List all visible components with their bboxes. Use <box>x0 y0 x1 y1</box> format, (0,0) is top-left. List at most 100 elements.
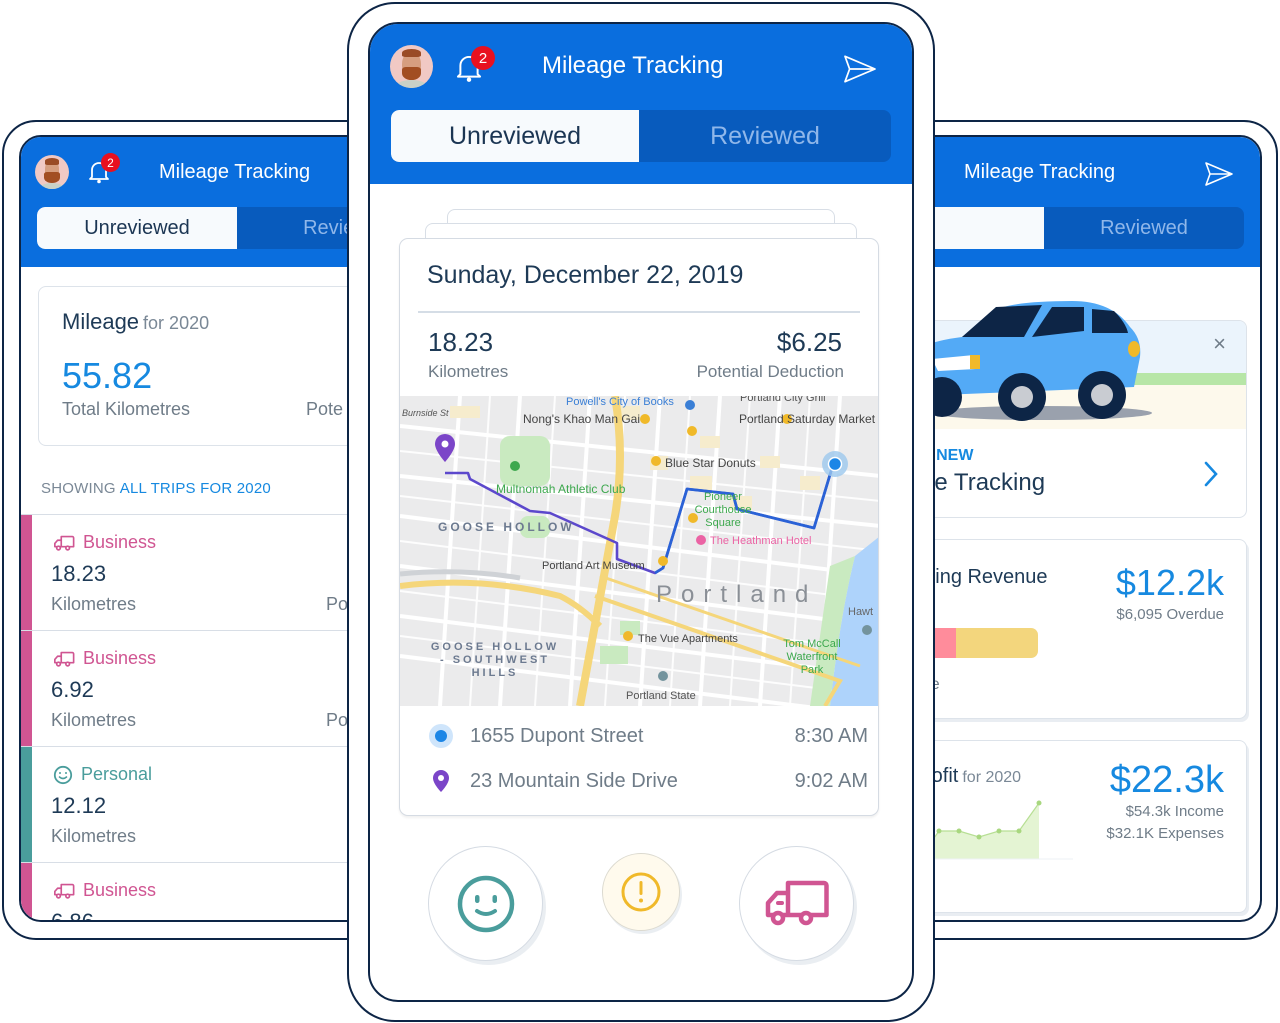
map-label: Blue Star Donuts <box>665 456 756 470</box>
total-kilometres-label: Total Kilometres <box>62 399 191 419</box>
truck-icon <box>765 880 829 925</box>
map-label: Portland Saturday Market <box>739 412 876 426</box>
app-header: Mileage Tracking Unreviewed Reviewed <box>882 137 1260 267</box>
category-color-bar <box>21 747 32 862</box>
filter-prefix: SHOWING <box>41 480 116 497</box>
chevron-right-icon[interactable] <box>1204 461 1218 487</box>
sparkline-point <box>996 828 1002 834</box>
notification-badge: 2 <box>101 153 120 172</box>
map-label: Burnside St <box>402 408 449 418</box>
trip-filter: SHOWING ALL TRIPS FOR 2020 <box>41 480 271 497</box>
sparkline-point <box>956 828 962 834</box>
trip-unit: Kilometres <box>51 594 137 614</box>
profit-amount: $22.3k <box>1109 759 1224 801</box>
notification-badge: 2 <box>471 46 495 70</box>
mark-personal-button[interactable] <box>428 846 543 961</box>
route-map[interactable]: Powell's City of Books Portland City Gri… <box>400 396 878 706</box>
trip-start-stop: 1655 Dupont Street 8:30 AM <box>428 723 868 749</box>
center-phone-screen: 2 Mileage Tracking Unreviewed Reviewed S… <box>368 22 914 1002</box>
trip-category: Personal <box>53 764 152 785</box>
sparkline-point <box>936 828 942 834</box>
trip-distance: 6.86 <box>51 909 94 922</box>
promo-headline: ge Tracking <box>921 469 1046 496</box>
profit-income: $54.3k Income <box>1125 803 1224 820</box>
category-color-bar <box>21 863 32 920</box>
send-icon[interactable] <box>1204 161 1234 187</box>
map-label: Nong's Khao Man Gai <box>523 412 641 426</box>
smiley-icon <box>53 765 73 784</box>
tab-unreviewed[interactable]: Unreviewed <box>37 207 237 249</box>
mileage-year: for 2020 <box>143 313 210 333</box>
end-address: 23 Mountain Side Drive <box>470 769 678 792</box>
total-kilometres-value: 55.82 <box>62 355 153 396</box>
profit-card[interactable]: rofit for 2020 $22.3k $54.3k Income $32.1… <box>882 740 1247 913</box>
trip-category-label: Business <box>83 532 157 552</box>
trip-list: Business 18.23 Kilometres Po Business 6.… <box>21 514 397 922</box>
map-pin-icon <box>433 770 449 792</box>
trip-distance: 6.92 <box>51 677 94 702</box>
trip-category-label: Business <box>83 880 157 900</box>
sparkline-point <box>1016 828 1022 834</box>
end-time: 9:02 AM <box>794 769 868 792</box>
trip-date: Sunday, December 22, 2019 <box>427 261 744 289</box>
map-label: Portland State <box>626 690 696 702</box>
category-color-bar <box>21 631 32 746</box>
trip-distance: 12.12 <box>51 793 107 818</box>
trip-deduction-label: Potential Deduction <box>696 362 844 381</box>
header-title: Mileage Tracking <box>159 161 311 183</box>
truck-icon <box>54 883 75 899</box>
review-tabs: Unreviewed Reviewed <box>391 110 891 162</box>
right-phone-screen: Mileage Tracking Unreviewed Reviewed × E… <box>880 135 1262 922</box>
exclamation-circle-icon <box>621 872 661 912</box>
left-phone-screen: 2 Mileage Tracking Unreviewed Reviewed M… <box>19 135 399 922</box>
trip-unit: Kilometres <box>51 826 137 846</box>
sparkline-point <box>1036 800 1042 806</box>
list-item[interactable]: Business 6.92 Kilometres Po <box>21 630 397 746</box>
map-label: Tom McCall Waterfront Park <box>783 638 841 676</box>
close-icon[interactable]: × <box>1213 331 1226 357</box>
app-header: 2 Mileage Tracking Unreviewed Reviewed <box>21 137 397 267</box>
map-label: Multnomah Athletic Club <box>496 482 626 496</box>
mileage-summary-card[interactable]: Mileage for 2020 55.82 Total Kilometres P… <box>38 286 397 446</box>
profit-expenses: $32.1K Expenses <box>1106 825 1224 842</box>
trip-deduction-label: Po <box>326 710 349 730</box>
trip-distance-label: Kilometres <box>428 362 509 381</box>
avatar[interactable] <box>35 155 69 189</box>
map-label: Powell's City of Books <box>566 396 674 408</box>
list-item[interactable]: Personal 12.12 Kilometres <box>21 746 397 862</box>
avatar[interactable] <box>390 45 433 88</box>
trip-category: Business <box>53 532 156 553</box>
review-tabs: Unreviewed Reviewed <box>37 207 397 249</box>
tab-reviewed[interactable]: Reviewed <box>639 110 891 162</box>
map-label: The Vue Apartments <box>638 633 738 645</box>
trip-deduction-label: Po <box>326 594 349 614</box>
send-icon[interactable] <box>842 54 878 84</box>
map-label: GOOSE HOLLOW - SOUTHWEST HILLS <box>430 641 560 679</box>
app-header: 2 Mileage Tracking Unreviewed Reviewed <box>370 24 912 184</box>
map-label: Hawt <box>848 606 874 618</box>
map-label: Portland City Grill <box>740 396 826 404</box>
trip-distance: 18.23 <box>428 327 494 357</box>
list-item[interactable]: Business 18.23 Kilometres Po <box>21 514 397 630</box>
tab-reviewed[interactable]: Reviewed <box>1044 207 1244 249</box>
potential-deduction-label: Pote <box>306 399 344 419</box>
map-label: Portland <box>656 581 818 608</box>
header-title: Mileage Tracking <box>964 161 1116 183</box>
start-dot-icon <box>429 724 453 748</box>
list-item[interactable]: Business 6.86 <box>21 862 397 922</box>
trip-category: Business <box>53 880 156 901</box>
start-time: 8:30 AM <box>794 724 868 747</box>
filter-link[interactable]: ALL TRIPS FOR 2020 <box>120 480 271 497</box>
map-label: Pioneer Courthouse Square <box>694 491 752 529</box>
map-label: GOOSE HOLLOW <box>438 520 575 534</box>
revenue-amount: $12.2k <box>1115 562 1224 603</box>
mark-business-button[interactable] <box>739 846 854 961</box>
map-label: The Heathman Hotel <box>710 535 812 547</box>
trip-card[interactable]: Sunday, December 22, 2019 18.23 Kilometr… <box>399 238 879 816</box>
truck-icon <box>54 535 75 551</box>
flag-for-review-button[interactable] <box>602 853 680 931</box>
sparkline-point <box>976 834 982 840</box>
tab-unreviewed[interactable]: Unreviewed <box>391 110 639 162</box>
header-title: Mileage Tracking <box>542 52 724 79</box>
outstanding-revenue-card[interactable]: nding Revenue $12.2k $6,095 Overdue due <box>882 539 1247 719</box>
